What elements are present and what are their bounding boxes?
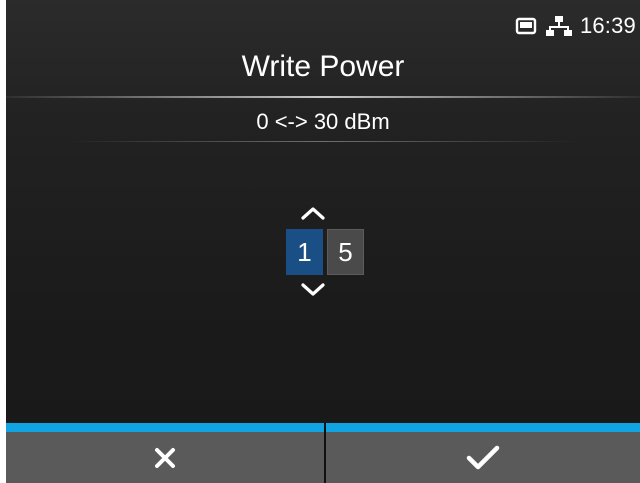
range-label: 0 <-> 30 dBm xyxy=(256,109,390,134)
page-title: Write Power xyxy=(241,50,405,83)
network-icon xyxy=(545,15,572,37)
status-bar: 16:39 xyxy=(514,10,636,42)
digit-ones[interactable]: 5 xyxy=(327,229,364,275)
cancel-button[interactable] xyxy=(6,423,324,483)
sd-card-icon xyxy=(514,16,538,36)
chevron-down-icon[interactable] xyxy=(300,282,326,298)
close-icon xyxy=(154,447,176,469)
checkmark-icon xyxy=(466,445,500,471)
title-divider xyxy=(6,96,640,98)
softkey-bar xyxy=(6,423,640,483)
stepper-digits: 1 5 xyxy=(286,229,364,275)
chevron-up-icon[interactable] xyxy=(300,205,326,221)
confirm-button[interactable] xyxy=(326,423,640,483)
digit-tens[interactable]: 1 xyxy=(286,229,323,275)
value-stepper[interactable]: 1 5 xyxy=(286,205,376,305)
status-time: 16:39 xyxy=(579,13,636,38)
printer-screen: 16:39 Write Power 0 <-> 30 dBm 1 5 xyxy=(6,0,640,483)
range-divider xyxy=(66,141,580,142)
